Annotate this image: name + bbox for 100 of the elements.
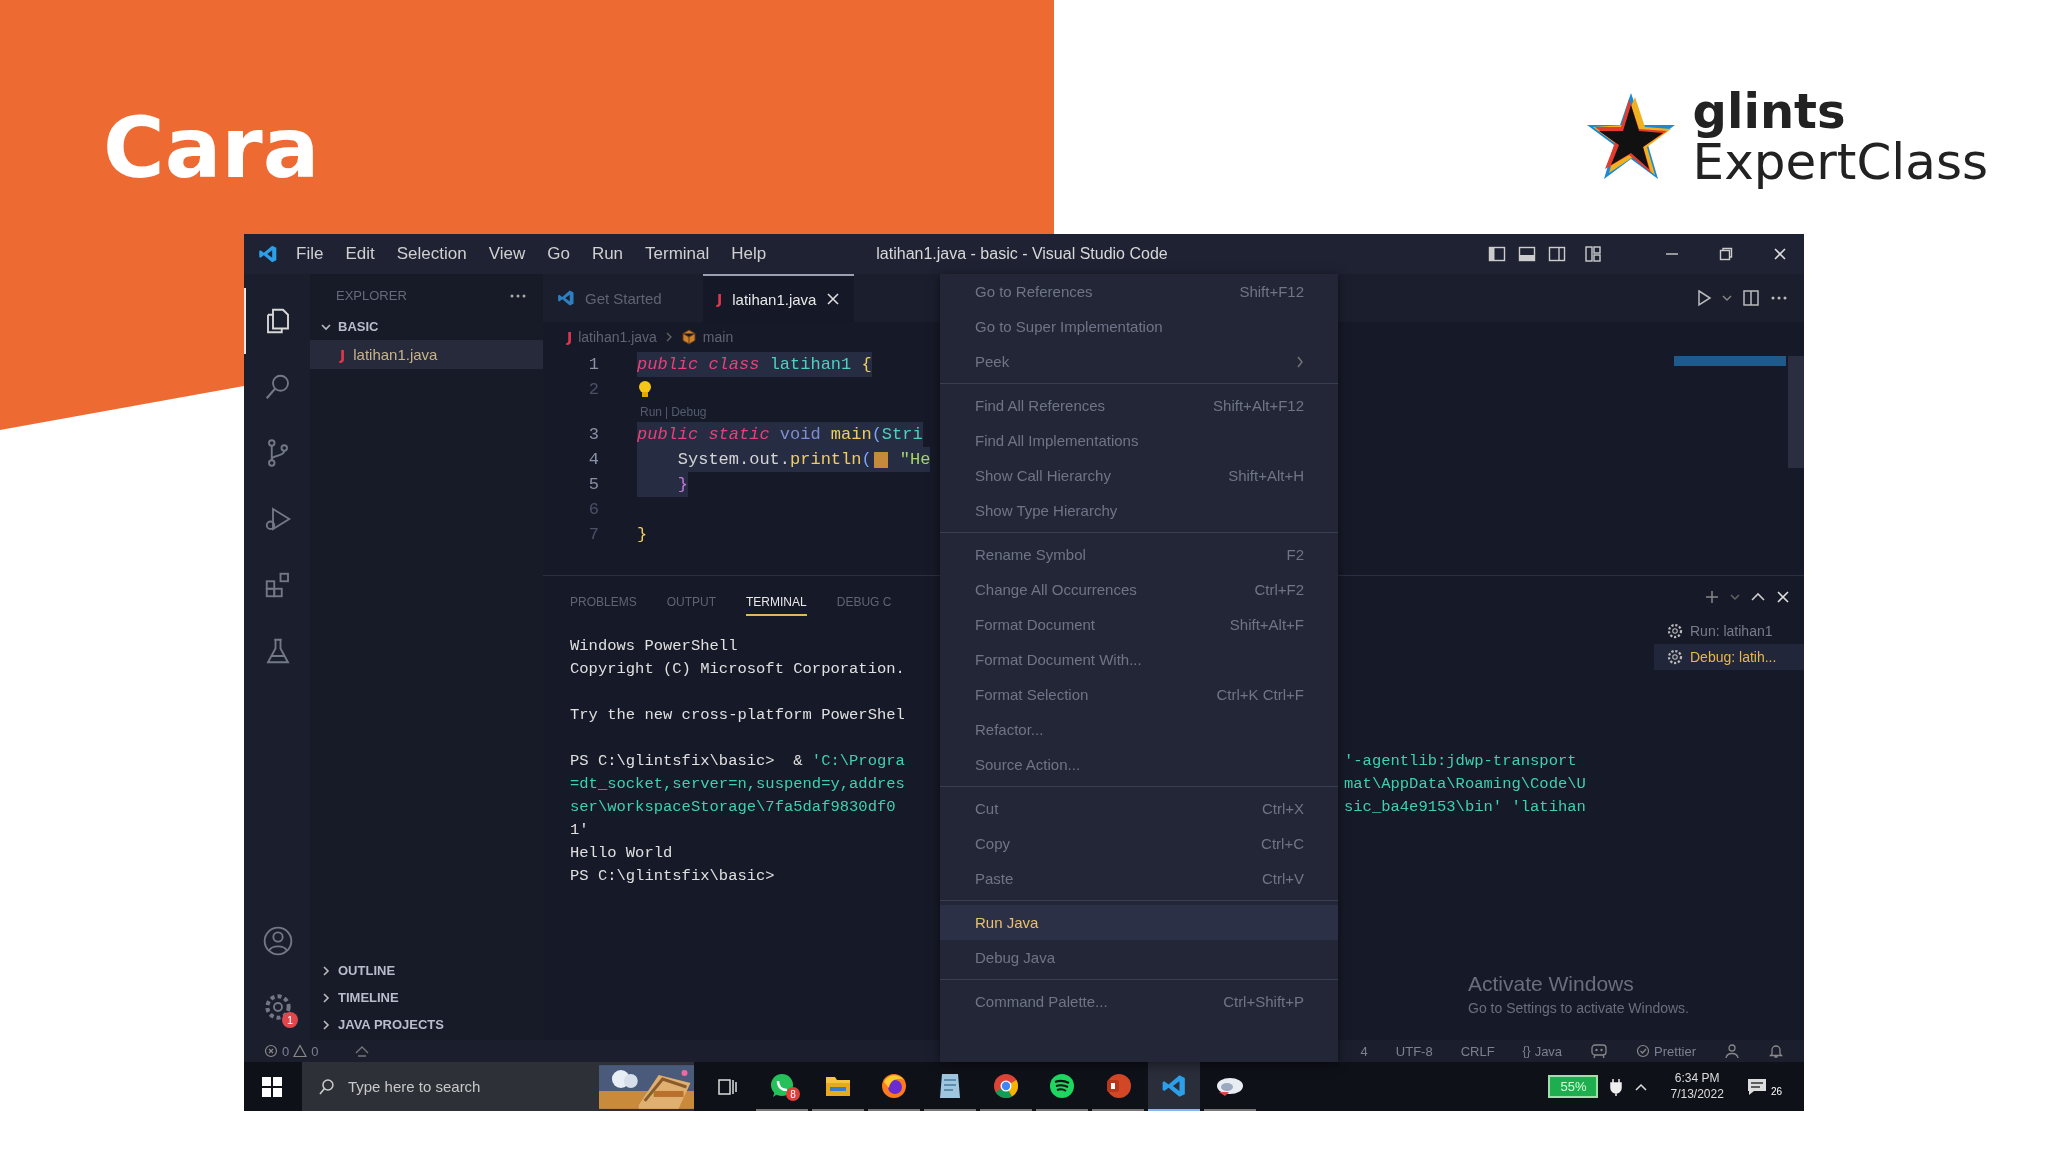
editor-tab[interactable]: J latihan1.java: [703, 274, 855, 322]
panel-tab[interactable]: TERMINAL: [746, 586, 807, 616]
notification-button[interactable]: 26: [1745, 1076, 1784, 1097]
taskbar-button[interactable]: [1148, 1062, 1200, 1111]
settings-icon: [262, 991, 294, 1023]
menu-item[interactable]: Peek: [940, 344, 1338, 379]
plug-icon[interactable]: [1610, 1076, 1623, 1097]
codelens-link[interactable]: Debug: [671, 405, 707, 419]
line-number: 6: [587, 500, 600, 519]
menu-item[interactable]: Cut Ctrl+X: [940, 791, 1338, 826]
language-status[interactable]: {} Java: [1522, 1043, 1563, 1059]
terminal-line: 1': [570, 821, 590, 841]
settings-button[interactable]: 1: [244, 974, 310, 1040]
search-field[interactable]: Type here to search: [345, 1077, 589, 1096]
formatter-status[interactable]: Prettier: [1636, 1043, 1696, 1059]
warning-icon: [293, 1044, 308, 1058]
scrollbar[interactable]: [1788, 356, 1804, 468]
folder-header[interactable]: BASIC: [310, 313, 543, 340]
menu-item[interactable]: Format Selection Ctrl+K Ctrl+F: [940, 677, 1338, 712]
windows-logo-icon[interactable]: [262, 1076, 282, 1097]
menu-item[interactable]: Rename Symbol F2: [940, 537, 1338, 572]
line-number: 5: [587, 475, 600, 494]
menu-item[interactable]: Go to Super Implementation: [940, 309, 1338, 344]
menu-item[interactable]: View: [488, 244, 526, 264]
menu-item[interactable]: Format Document With...: [940, 642, 1338, 677]
status-item[interactable]: CRLF: [1460, 1043, 1495, 1059]
sidebar-title: EXPLORER: [336, 288, 407, 303]
menu-item[interactable]: Find All References Shift+Alt+F12: [940, 388, 1338, 423]
codelens-separator: |: [665, 405, 669, 419]
person-icon[interactable]: [1724, 1043, 1740, 1059]
chevron-icon: [320, 964, 332, 977]
panel-tab[interactable]: PROBLEMS: [570, 586, 637, 616]
codelens-link[interactable]: Run: [640, 405, 662, 419]
section-header[interactable]: JAVA PROJECTS: [310, 1013, 543, 1036]
bell-icon[interactable]: [1768, 1043, 1784, 1059]
task-view-icon[interactable]: [718, 1077, 738, 1096]
feedback-icon[interactable]: [1590, 1043, 1609, 1059]
status-item[interactable]: UTF-8: [1395, 1043, 1433, 1059]
split-layout-icon[interactable]: [1548, 245, 1566, 263]
chevron-up-icon[interactable]: [1634, 1081, 1649, 1092]
menu-item[interactable]: Refactor...: [940, 712, 1338, 747]
menu-item[interactable]: Edit: [345, 244, 375, 264]
menu-item[interactable]: Go: [547, 244, 570, 264]
terminal-list-item[interactable]: Run: latihan1: [1654, 618, 1804, 644]
more-icon[interactable]: [1770, 295, 1788, 301]
status-item[interactable]: 4: [1360, 1043, 1368, 1059]
menu-item[interactable]: Run Java: [940, 905, 1338, 940]
menu-item[interactable]: Run: [591, 244, 624, 264]
menu-item[interactable]: Copy Ctrl+C: [940, 826, 1338, 861]
cube-icon: [680, 329, 697, 345]
menu-item[interactable]: Help: [731, 244, 767, 264]
caret-icon[interactable]: [1730, 593, 1740, 601]
menu-item[interactable]: Find All Implementations: [940, 423, 1338, 458]
battery-indicator[interactable]: 55%: [1548, 1075, 1599, 1098]
panel-layout-icon[interactable]: [1518, 245, 1536, 263]
section-header[interactable]: OUTLINE: [310, 959, 543, 982]
chat-bubble-icon: [768, 1071, 796, 1100]
more-icon[interactable]: [509, 292, 527, 299]
menu-item[interactable]: Command Palette... Ctrl+Shift+P: [940, 984, 1338, 1019]
plus-icon[interactable]: [1704, 589, 1720, 605]
caret-icon[interactable]: [1722, 294, 1732, 302]
menu-item[interactable]: Paste Ctrl+V: [940, 861, 1338, 896]
menu-item[interactable]: File: [296, 244, 324, 264]
breadcrumb-item[interactable]: main: [680, 329, 734, 345]
check-icon: [1636, 1044, 1651, 1058]
menu-item[interactable]: Format Document Shift+Alt+F: [940, 607, 1338, 642]
clock[interactable]: 6:34 PM 7/13/2022: [1670, 1070, 1724, 1103]
run-icon[interactable]: [1696, 289, 1712, 307]
close-icon[interactable]: [1772, 246, 1788, 262]
menu-item[interactable]: Debug Java: [940, 940, 1338, 975]
menu-item[interactable]: Source Action...: [940, 747, 1338, 782]
menu-item[interactable]: Show Type Hierarchy: [940, 493, 1338, 528]
sync-icon[interactable]: [354, 1044, 371, 1058]
section-header[interactable]: TIMELINE: [310, 986, 543, 1009]
close-icon[interactable]: [1776, 590, 1790, 604]
problems-status[interactable]: 0 0: [264, 1043, 319, 1059]
panel-tab[interactable]: DEBUG C: [836, 586, 892, 616]
chevron-icon: [664, 332, 673, 342]
restore-icon[interactable]: [1718, 246, 1734, 262]
ribbon-logo-icon: [1161, 1072, 1187, 1099]
split-editor-icon[interactable]: [1742, 289, 1760, 307]
terminal-list-item[interactable]: Debug: latih...: [1654, 644, 1804, 670]
taskbar-button[interactable]: 8: [756, 1062, 808, 1111]
menu-item[interactable]: Go to References Shift+F12: [940, 274, 1338, 309]
close-icon[interactable]: [826, 292, 841, 306]
editor-tab[interactable]: Get Started: [543, 274, 703, 322]
slide-title: Cara: [102, 98, 320, 199]
breadcrumb-item[interactable]: J latihan1.java: [567, 329, 657, 345]
sound-wave-icon: [1048, 1071, 1076, 1100]
layout-grid-icon[interactable]: [1584, 245, 1602, 263]
menu-item[interactable]: Selection: [396, 244, 467, 264]
sidebar-layout-icon[interactable]: [1488, 245, 1506, 263]
menu-item[interactable]: Show Call Hierarchy Shift+Alt+H: [940, 458, 1338, 493]
menu-item[interactable]: Terminal: [645, 244, 710, 264]
message-icon: [1745, 1076, 1768, 1097]
tree-item[interactable]: J latihan1.java: [310, 340, 543, 369]
notification-count: 1: [282, 1012, 298, 1028]
lightbulb-icon[interactable]: [637, 379, 653, 400]
menu-item[interactable]: Change All Occurrences Ctrl+F2: [940, 572, 1338, 607]
panel-tab[interactable]: OUTPUT: [666, 586, 717, 616]
